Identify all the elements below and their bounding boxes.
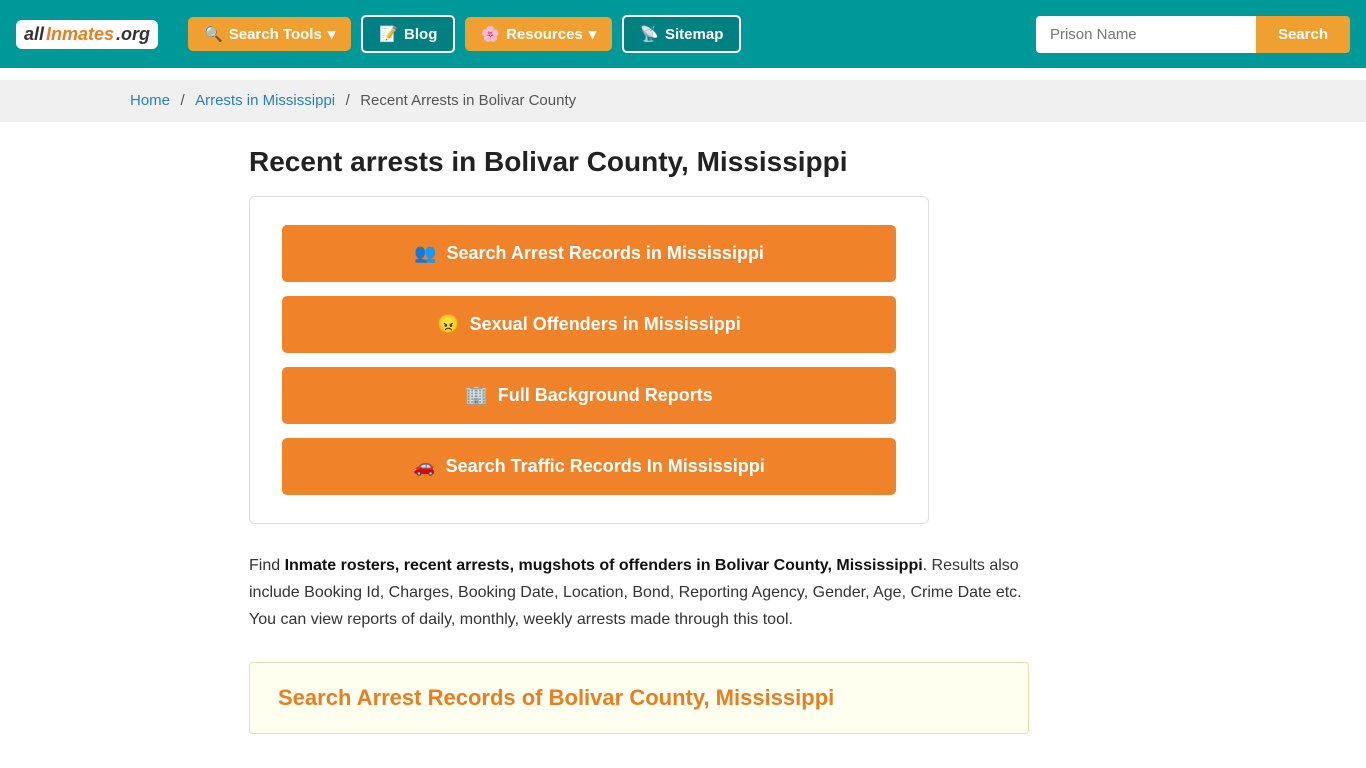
breadcrumb-arrests-link[interactable]: Arrests in Mississippi: [195, 92, 335, 109]
resources-icon: 🌸: [481, 25, 500, 43]
desc-bold: Inmate rosters, recent arrests, mugshots…: [285, 557, 923, 574]
sitemap-button[interactable]: 📡 Sitemap: [622, 15, 741, 53]
logo-all-text: all: [24, 24, 44, 45]
blog-icon: 📝: [379, 25, 398, 43]
resources-button[interactable]: 🌸 Resources ▾: [465, 17, 612, 51]
chevron-down-icon-resources: ▾: [589, 25, 597, 43]
navbar: all Inmates .org 🔍 Search Tools ▾ 📝 Blog…: [0, 0, 1366, 68]
description-text: Find Inmate rosters, recent arrests, mug…: [249, 552, 1029, 634]
resources-label: Resources: [506, 26, 583, 43]
sitemap-icon: 📡: [640, 25, 659, 43]
breadcrumb-current: Recent Arrests in Bolivar County: [360, 92, 576, 109]
logo[interactable]: all Inmates .org: [16, 20, 158, 49]
sexual-offenders-button[interactable]: 😠 Sexual Offenders in Mississippi: [282, 296, 896, 353]
breadcrumb-sep-1: /: [180, 92, 184, 109]
blog-button[interactable]: 📝 Blog: [361, 15, 455, 53]
search-tools-button[interactable]: 🔍 Search Tools ▾: [188, 17, 351, 51]
sexual-offenders-icon: 😠: [437, 314, 459, 335]
traffic-records-icon: 🚗: [413, 456, 435, 477]
search-arrest-records-label: Search Arrest Records in Mississippi: [446, 243, 763, 264]
search-traffic-records-label: Search Traffic Records In Mississippi: [446, 456, 765, 477]
action-buttons-box: 👥 Search Arrest Records in Mississippi 😠…: [249, 196, 929, 524]
breadcrumb-sep-2: /: [346, 92, 350, 109]
breadcrumb-home-link[interactable]: Home: [130, 92, 170, 109]
main-content: Recent arrests in Bolivar County, Missis…: [233, 122, 1133, 758]
sitemap-label: Sitemap: [665, 26, 723, 43]
desc-intro: Find: [249, 557, 285, 574]
logo-inmates-text: Inmates: [46, 24, 114, 45]
chevron-down-icon: ▾: [328, 25, 336, 43]
prison-search-label: Search: [1278, 26, 1328, 43]
prison-search-button[interactable]: Search: [1256, 16, 1350, 53]
logo-org-text: .org: [116, 24, 150, 45]
sexual-offenders-label: Sexual Offenders in Mississippi: [470, 314, 741, 335]
full-background-reports-button[interactable]: 🏢 Full Background Reports: [282, 367, 896, 424]
prison-search-wrap: Search: [1036, 16, 1350, 53]
search-section-title: Search Arrest Records of Bolivar County,…: [278, 685, 1000, 711]
search-section-box: Search Arrest Records of Bolivar County,…: [249, 662, 1029, 734]
search-traffic-records-button[interactable]: 🚗 Search Traffic Records In Mississippi: [282, 438, 896, 495]
search-icon: 🔍: [204, 25, 223, 43]
breadcrumb: Home / Arrests in Mississippi / Recent A…: [0, 80, 1366, 122]
background-reports-icon: 🏢: [465, 385, 487, 406]
search-tools-label: Search Tools: [229, 26, 322, 43]
arrest-records-icon: 👥: [414, 243, 436, 264]
blog-label: Blog: [404, 26, 437, 43]
search-arrest-records-button[interactable]: 👥 Search Arrest Records in Mississippi: [282, 225, 896, 282]
page-title: Recent arrests in Bolivar County, Missis…: [249, 146, 1117, 178]
full-background-reports-label: Full Background Reports: [498, 385, 713, 406]
prison-name-input[interactable]: [1036, 16, 1256, 53]
